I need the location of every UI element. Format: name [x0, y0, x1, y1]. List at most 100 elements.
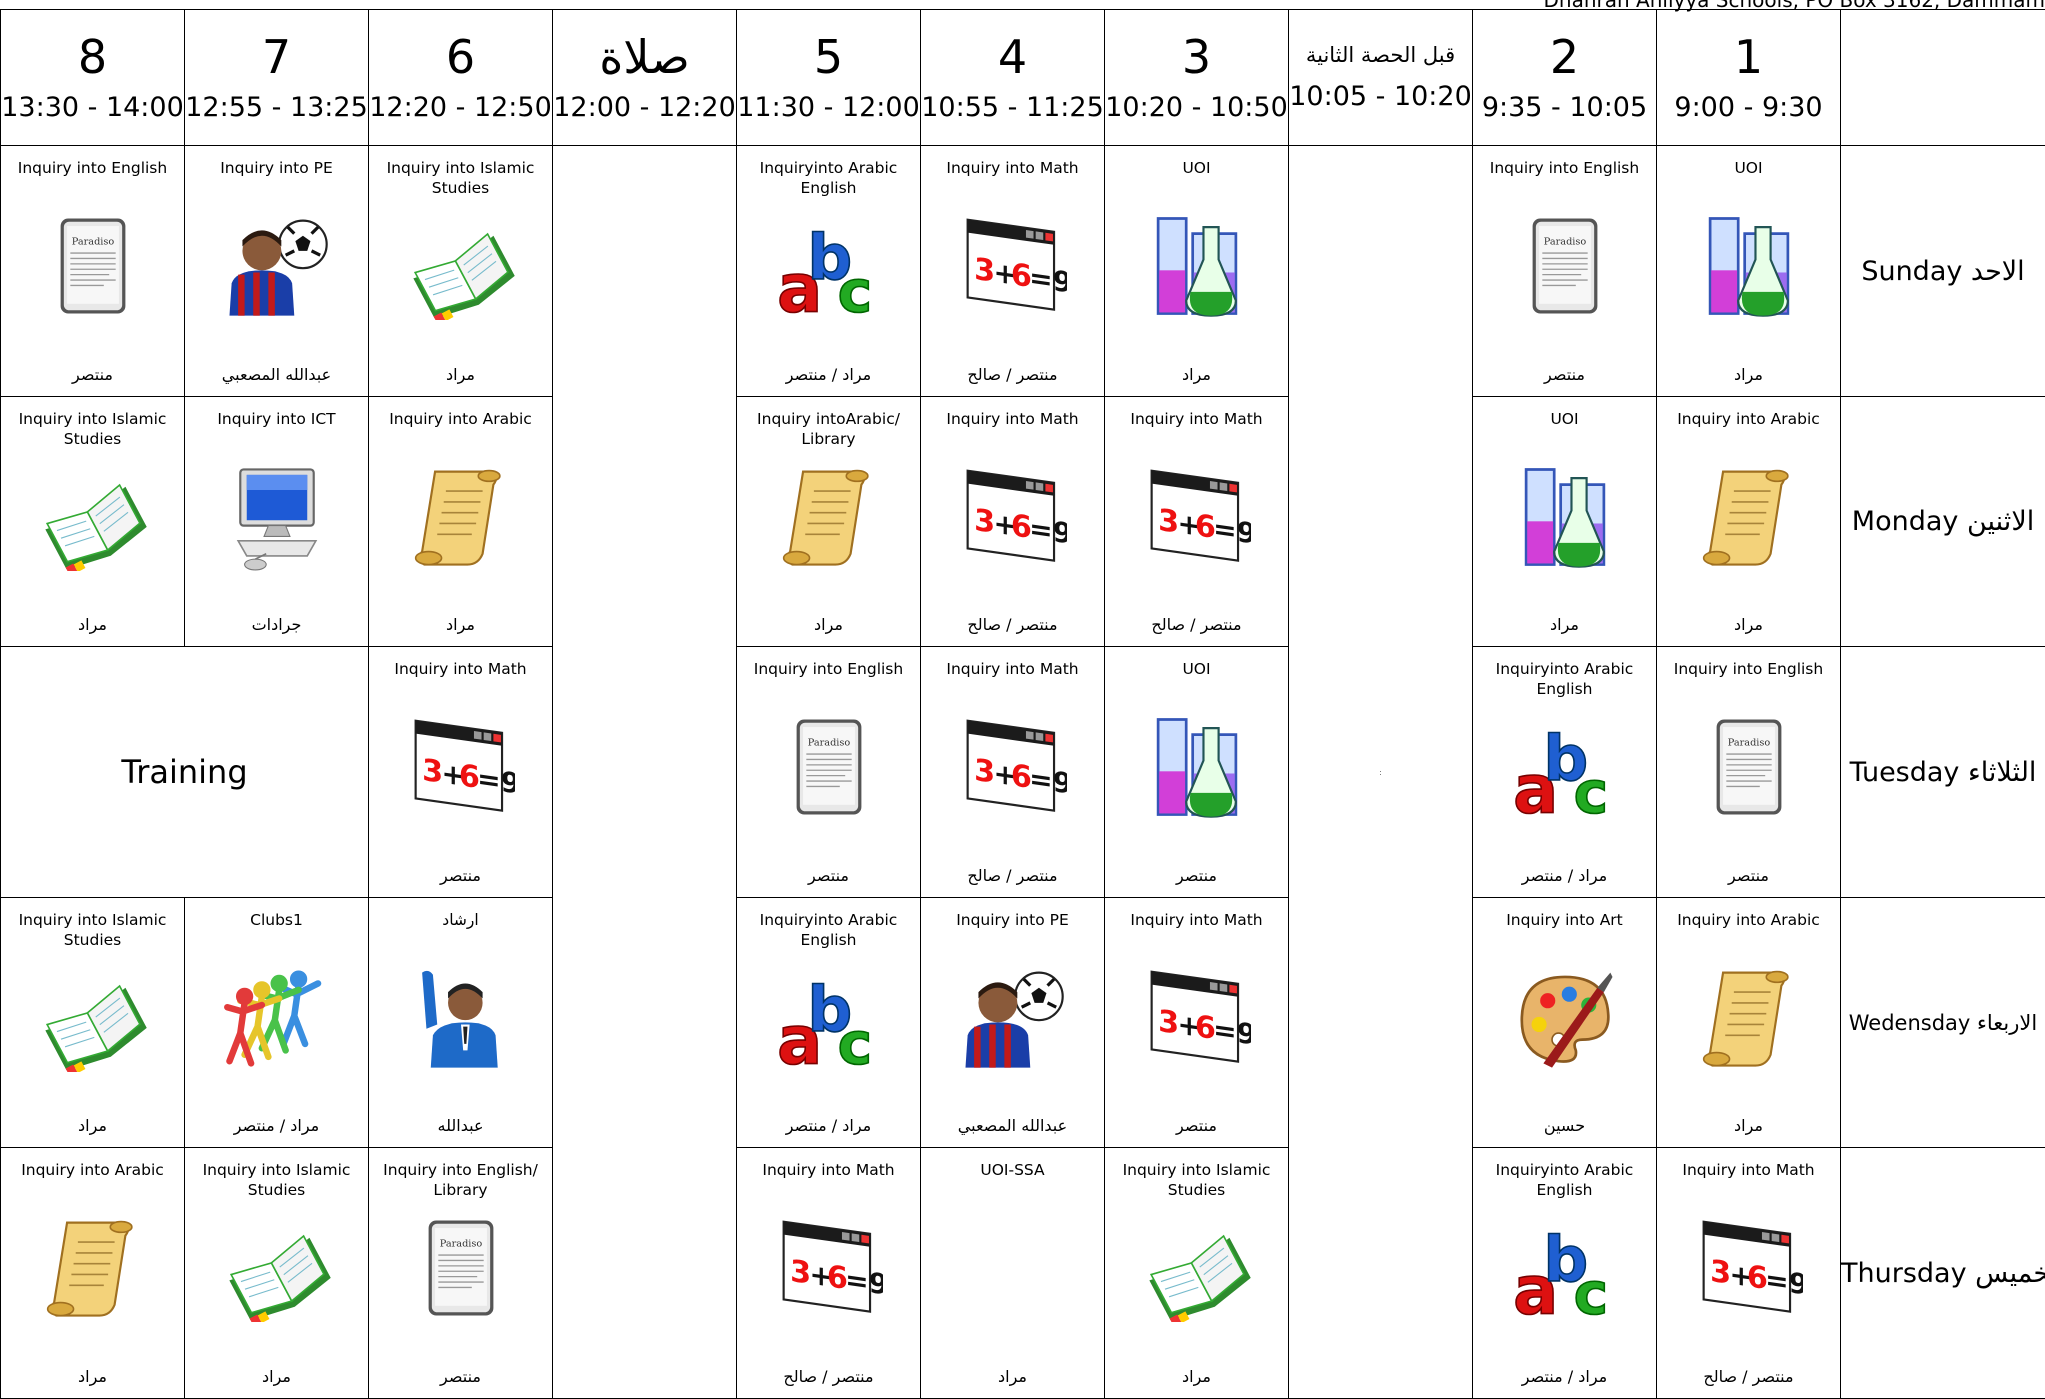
period-number: 7 — [185, 32, 368, 82]
abc-letters-icon: abc — [1511, 1214, 1619, 1322]
lesson-cell: Inquiryinto Arabic Englishabcمراد / منتص… — [737, 146, 921, 397]
prayer-column-cell — [553, 146, 737, 1399]
subject-label: Clubs1 — [189, 910, 364, 930]
lesson-cell: Inquiryinto Arabic Englishabcمراد / منتص… — [1473, 647, 1657, 898]
teacher-name: منتصر / صالح — [921, 866, 1104, 885]
teacher-name: منتصر / صالح — [1105, 615, 1288, 634]
scroll-icon — [407, 463, 515, 571]
beaker-flask-icon — [1143, 212, 1251, 320]
period-time: 12:55 - 13:25 — [185, 92, 368, 124]
beaker-flask-icon — [1511, 463, 1619, 571]
subject-label: Inquiryinto Arabic English — [741, 910, 916, 950]
math-window-icon: 3+6=9 — [407, 713, 515, 821]
abc-letters-icon: abc — [775, 212, 883, 320]
period-header-2: 2 9:35 - 10:05 — [1473, 10, 1657, 146]
lesson-cell: Inquiry into Math3+6=9منتصر / صالح — [1657, 1148, 1841, 1399]
subject-label: Inquiry into Math — [1109, 910, 1284, 930]
subject-label: Inquiry into ICT — [189, 409, 364, 429]
teacher-name: مراد — [1657, 1116, 1840, 1135]
teacher-name: منتصر — [369, 866, 552, 885]
math-window-icon: 3+6=9 — [959, 212, 1067, 320]
subject-label: Inquiry into English — [1661, 659, 1836, 679]
period-time: 10:20 - 10:50 — [1105, 92, 1288, 124]
math-window-icon: 3+6=9 — [775, 1214, 883, 1322]
svg-text:3: 3 — [974, 753, 995, 791]
period-number: 2 — [1473, 32, 1656, 82]
period-header-8: 813:30 - 14:00 — [1, 10, 185, 146]
svg-text:Paradiso: Paradiso — [71, 237, 114, 248]
athlete-ball-icon — [223, 212, 331, 320]
period-time: 9:35 - 10:05 — [1473, 92, 1656, 124]
teacher-name: مراد — [369, 615, 552, 634]
computer-icon — [223, 463, 331, 571]
subject-label: Inquiry into Arabic — [5, 1160, 180, 1180]
lesson-cell: Inquiry into Arabicمراد — [1657, 396, 1841, 647]
lesson-cell: Inquiry into Math3+6=9منتصر / صالح — [921, 647, 1105, 898]
teacher-name: منتصر — [737, 866, 920, 885]
svg-text:Paradiso: Paradiso — [1543, 237, 1586, 248]
svg-text:Paradiso: Paradiso — [1727, 738, 1770, 749]
subject-label: Inquiry into English/ Library — [373, 1160, 548, 1200]
lesson-cell: Inquiry into Arabicمراد — [1, 1148, 185, 1399]
lesson-cell: Inquiry into EnglishParadisoمنتصر — [1657, 647, 1841, 898]
teacher-name: منتصر — [1473, 365, 1656, 384]
day-row-wednesday: Inquiry into Islamic Studies مراد Clubs1 م… — [1, 897, 2045, 1148]
period-header-6: 612:20 - 12:50 — [369, 10, 553, 146]
day-label: Tuesday الثلاثاء — [1841, 647, 2045, 898]
lesson-cell: Inquiry into Math3+6=9منتصر / صالح — [921, 396, 1105, 647]
lesson-cell: UOIمراد — [1473, 396, 1657, 647]
subject-label: Inquiry into Islamic Studies — [5, 409, 180, 449]
period-number: 1 — [1657, 32, 1840, 82]
period-time: 9:00 - 9:30 — [1657, 92, 1840, 124]
day-label: Thursday الخميس — [1841, 1148, 2045, 1399]
svg-text:=9: =9 — [845, 1263, 883, 1302]
day-label: Sunday الاحد — [1841, 146, 2045, 397]
subject-label: UOI — [1109, 659, 1284, 679]
svg-text:3: 3 — [1158, 503, 1179, 541]
teacher-name: مراد / منتصر — [185, 1116, 368, 1135]
day-row-monday: Inquiry into Islamic Studies مراد Inquiry… — [1, 396, 2045, 647]
book-reader-icon: Paradiso — [39, 212, 147, 320]
lesson-cell: Clubs1 مراد / منتصر — [185, 897, 369, 1148]
teacher-name: حسين — [1473, 1116, 1656, 1135]
lesson-cell: Inquiry into Math 3+6=9 منتصر / صالح — [737, 1148, 921, 1399]
teacher-name: عبدالله المصعبي — [185, 365, 368, 384]
day-row-thursday: Inquiry into Arabicمراد Inquiry into Isl… — [1, 1148, 2045, 1399]
svg-text:Paradiso: Paradiso — [807, 738, 850, 749]
teacher-name: مراد — [185, 1367, 368, 1386]
day-row-tuesday: Training Inquiry into Math3+6=9منتصر Inq… — [1, 647, 2045, 898]
subject-label: ارشاد — [373, 910, 548, 930]
timetable-grid: 813:30 - 14:00 7 12:55 - 13:25 612:20 - 1… — [0, 9, 2045, 1399]
lesson-cell: Inquiry into Islamic Studiesمراد — [1105, 1148, 1289, 1399]
teacher-name: مراد / منتصر — [737, 365, 920, 384]
period-time: 11:30 - 12:00 — [737, 92, 920, 124]
teacher-name: منتصر — [369, 1367, 552, 1386]
lesson-cell: UOI-SSAمراد — [921, 1148, 1105, 1399]
lesson-cell: Inquiry into Art حسين — [1473, 897, 1657, 1148]
teacher-name: منتصر / صالح — [737, 1367, 920, 1386]
subject-label: Inquiry into English — [1477, 158, 1652, 178]
svg-text:3: 3 — [974, 503, 995, 541]
dancers-icon — [223, 964, 331, 1072]
teacher-name: منتصر — [1105, 866, 1288, 885]
tiny-mark: : — [1379, 768, 1382, 777]
subject-label: Inquiry into English — [741, 659, 916, 679]
lesson-cell: ارشاد عبدالله — [369, 897, 553, 1148]
teacher-name: عبدالله — [369, 1116, 552, 1135]
green-book-icon — [1143, 1214, 1251, 1322]
svg-text:=9: =9 — [1213, 1013, 1251, 1052]
scroll-icon — [1695, 964, 1803, 1072]
period-header-prayer: صلاة12:00 - 12:20 — [553, 10, 737, 146]
subject-label: Inquiry into Math — [741, 1160, 916, 1180]
subject-label: Inquiry into Islamic Studies — [5, 910, 180, 950]
subject-label: Inquiryinto Arabic English — [1477, 659, 1652, 699]
svg-text:c: c — [837, 1009, 872, 1072]
subject-label: UOI — [1661, 158, 1836, 178]
period-number: 4 — [921, 32, 1104, 82]
teacher-name: عبدالله المصعبي — [921, 1116, 1104, 1135]
subject-label: Inquiry into Art — [1477, 910, 1652, 930]
svg-text:=9: =9 — [477, 762, 515, 801]
math-window-icon: 3+6=9 — [1143, 463, 1251, 571]
lesson-cell: Inquiry into EnglishParadisoمنتصر — [1, 146, 185, 397]
period-time: 12:00 - 12:20 — [553, 92, 736, 124]
